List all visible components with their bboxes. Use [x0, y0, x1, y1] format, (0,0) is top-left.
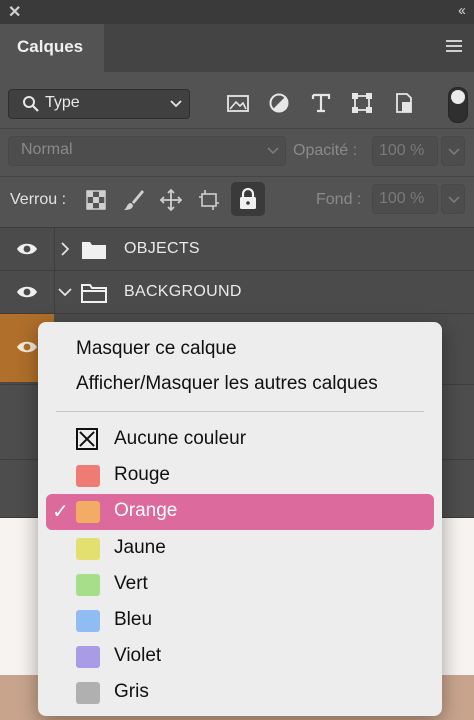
menu-item-color-green[interactable]: Vert [38, 567, 442, 603]
layer-row-objects[interactable]: OBJECTS [0, 227, 474, 270]
filter-kind-select[interactable]: Type [8, 89, 190, 119]
search-icon [23, 96, 39, 112]
menu-item-color-yellow[interactable]: Jaune [38, 531, 442, 567]
close-icon[interactable]: ✕ [8, 2, 21, 22]
smart-object-filter-icon[interactable] [392, 91, 416, 115]
eye-icon [17, 243, 37, 255]
chevron-down-icon [448, 196, 460, 204]
shape-filter-icon[interactable] [350, 91, 374, 115]
folder-icon [82, 242, 106, 259]
adjustment-filter-icon[interactable] [267, 91, 291, 115]
panel-title-bar: ✕ ‹‹ [0, 0, 474, 24]
chevron-right-icon[interactable] [61, 242, 70, 256]
tab-calques[interactable]: Calques [0, 24, 104, 72]
menu-item-color-orange[interactable]: ✓ Orange [38, 494, 442, 530]
filter-toggle[interactable] [448, 87, 468, 123]
color-swatch [76, 682, 100, 704]
menu-item-label: Vert [114, 573, 148, 594]
color-swatch [76, 538, 100, 560]
opacity-label: Opacité : [293, 142, 358, 159]
layer-name: OBJECTS [124, 240, 200, 257]
menu-item-label: Gris [114, 681, 149, 702]
image-filter-icon[interactable] [226, 91, 250, 115]
lock-all-icon [240, 188, 256, 209]
opacity-dropdown[interactable] [441, 136, 465, 166]
lock-artboard-icon[interactable] [197, 188, 221, 212]
menu-item-color-blue[interactable]: Bleu [38, 603, 442, 639]
visibility-toggle[interactable] [0, 271, 55, 313]
chevron-down-icon [170, 100, 182, 108]
menu-item-label: Afficher/Masquer les autres calques [76, 373, 378, 394]
eye-icon [17, 286, 37, 298]
menu-item-label: Violet [114, 645, 162, 666]
divider [0, 128, 474, 129]
menu-item-color-violet[interactable]: Violet [38, 639, 442, 675]
eye-icon [17, 341, 37, 353]
text-filter-icon[interactable] [309, 91, 333, 115]
menu-item-color-red[interactable]: Rouge [38, 458, 442, 494]
opacity-input[interactable]: 100 % [372, 136, 438, 166]
fill-input[interactable]: 100 % [372, 184, 438, 214]
lock-label: Verrou : [10, 191, 67, 208]
menu-item-hide-layer[interactable]: Masquer ce calque [38, 332, 442, 368]
checkmark-icon: ✓ [52, 501, 69, 523]
blend-mode-select[interactable]: Normal [8, 136, 286, 166]
menu-item-label: Bleu [114, 609, 153, 630]
fill-label: Fond : [316, 191, 362, 208]
menu-item-label: Masquer ce calque [76, 338, 237, 359]
menu-separator [56, 411, 424, 412]
blend-mode-value: Normal [21, 141, 73, 158]
collapse-icon[interactable]: ‹‹ [458, 2, 466, 19]
layer-name: BACKGROUND [124, 283, 242, 300]
chevron-down-icon [448, 148, 460, 156]
tab-strip: Calques [0, 24, 474, 72]
lock-all-button[interactable] [231, 182, 265, 216]
color-swatch [76, 574, 100, 596]
context-menu: Masquer ce calque Afficher/Masquer les a… [38, 322, 442, 716]
menu-item-label: Aucune couleur [114, 428, 247, 449]
menu-item-color-gray[interactable]: Gris [38, 675, 442, 711]
layer-row-background[interactable]: BACKGROUND [0, 270, 474, 313]
fill-dropdown[interactable] [441, 184, 465, 214]
color-swatch [76, 465, 100, 487]
lock-brush-icon[interactable] [122, 188, 146, 212]
chevron-down-icon[interactable] [58, 288, 72, 297]
folder-open-icon [81, 284, 107, 303]
color-swatch [76, 610, 100, 632]
no-color-icon [76, 428, 98, 450]
color-swatch [76, 501, 100, 523]
menu-item-toggle-other-layers[interactable]: Afficher/Masquer les autres calques [38, 367, 442, 403]
chevron-down-icon [267, 147, 279, 155]
menu-item-label: Rouge [114, 464, 170, 485]
panel-menu-icon[interactable] [446, 40, 462, 55]
filter-kind-label: Type [45, 94, 80, 111]
lock-transparency-icon[interactable] [84, 188, 108, 212]
menu-item-label: Orange [114, 500, 178, 521]
lock-move-icon[interactable] [159, 188, 183, 212]
divider [0, 176, 474, 177]
color-swatch [76, 646, 100, 668]
menu-item-label: Jaune [114, 537, 166, 558]
visibility-toggle[interactable] [0, 228, 55, 270]
menu-item-color-none[interactable]: Aucune couleur [38, 422, 442, 458]
